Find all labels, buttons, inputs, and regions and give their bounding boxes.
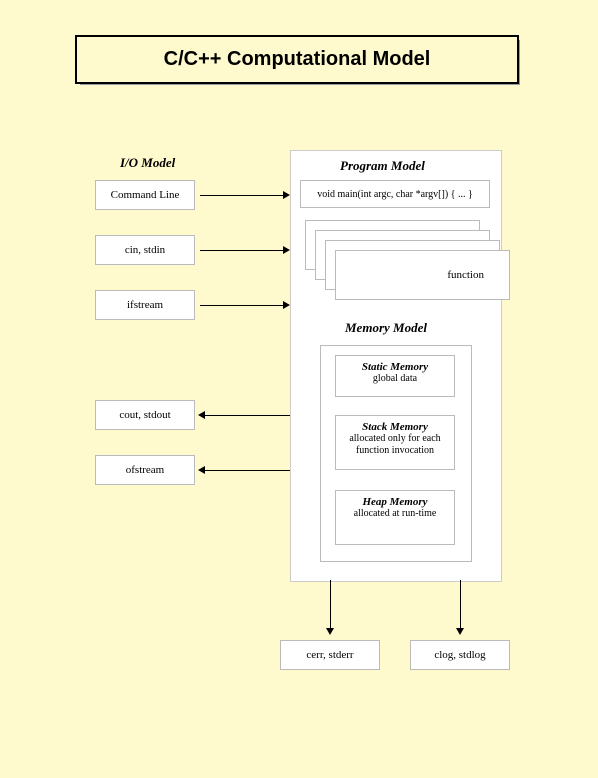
static-body: global data bbox=[338, 373, 452, 385]
ofstream-text: ofstream bbox=[126, 464, 164, 476]
clog-text: clog, stdlog bbox=[434, 649, 485, 661]
arrow-cout-head bbox=[198, 411, 205, 419]
func-label-text: function bbox=[447, 269, 484, 281]
stack-head: Stack Memory bbox=[338, 421, 452, 433]
cout-box: cout, stdout bbox=[95, 400, 195, 430]
ifstream-text: ifstream bbox=[127, 299, 163, 311]
arrow-cmd bbox=[200, 195, 285, 196]
clog-box: clog, stdlog bbox=[410, 640, 510, 670]
arrow-cerr-line bbox=[330, 580, 331, 630]
ifstream-box: ifstream bbox=[95, 290, 195, 320]
main-sig-text: void main(int argc, char *argv[]) { ... … bbox=[317, 189, 473, 200]
heap-body: allocated at run-time bbox=[338, 508, 452, 520]
command-line-text: Command Line bbox=[111, 189, 180, 201]
cin-box: cin, stdin bbox=[95, 235, 195, 265]
arrow-cout bbox=[205, 415, 290, 416]
heap-memory-box: Heap Memory allocated at run-time bbox=[335, 490, 455, 545]
static-memory-box: Static Memory global data bbox=[335, 355, 455, 397]
stack-body: allocated only for each function invocat… bbox=[338, 433, 452, 457]
arrow-cmd-head bbox=[283, 191, 290, 199]
arrow-cerr-head bbox=[326, 628, 334, 635]
func-stack-1: function bbox=[335, 250, 510, 300]
cout-text: cout, stdout bbox=[119, 409, 170, 421]
title-text: C/C++ Computational Model bbox=[164, 48, 431, 71]
memory-model-label: Memory Model bbox=[345, 320, 427, 336]
main-sig-box: void main(int argc, char *argv[]) { ... … bbox=[300, 180, 490, 208]
stack-memory-box: Stack Memory allocated only for each fun… bbox=[335, 415, 455, 470]
arrow-clog-head bbox=[456, 628, 464, 635]
arrow-ofs bbox=[205, 470, 290, 471]
title-box: C/C++ Computational Model bbox=[75, 35, 519, 84]
arrow-clog-line bbox=[460, 580, 461, 630]
io-model-label: I/O Model bbox=[120, 155, 175, 171]
arrow-ofs-head bbox=[198, 466, 205, 474]
program-model-label: Program Model bbox=[340, 158, 425, 174]
arrow-cin-head bbox=[283, 246, 290, 254]
cin-text: cin, stdin bbox=[125, 244, 165, 256]
ofstream-box: ofstream bbox=[95, 455, 195, 485]
arrow-ifs bbox=[200, 305, 285, 306]
cerr-box: cerr, stderr bbox=[280, 640, 380, 670]
command-line-box: Command Line bbox=[95, 180, 195, 210]
arrow-ifs-head bbox=[283, 301, 290, 309]
arrow-cin bbox=[200, 250, 285, 251]
cerr-text: cerr, stderr bbox=[306, 649, 353, 661]
heap-head: Heap Memory bbox=[338, 496, 452, 508]
static-head: Static Memory bbox=[338, 361, 452, 373]
